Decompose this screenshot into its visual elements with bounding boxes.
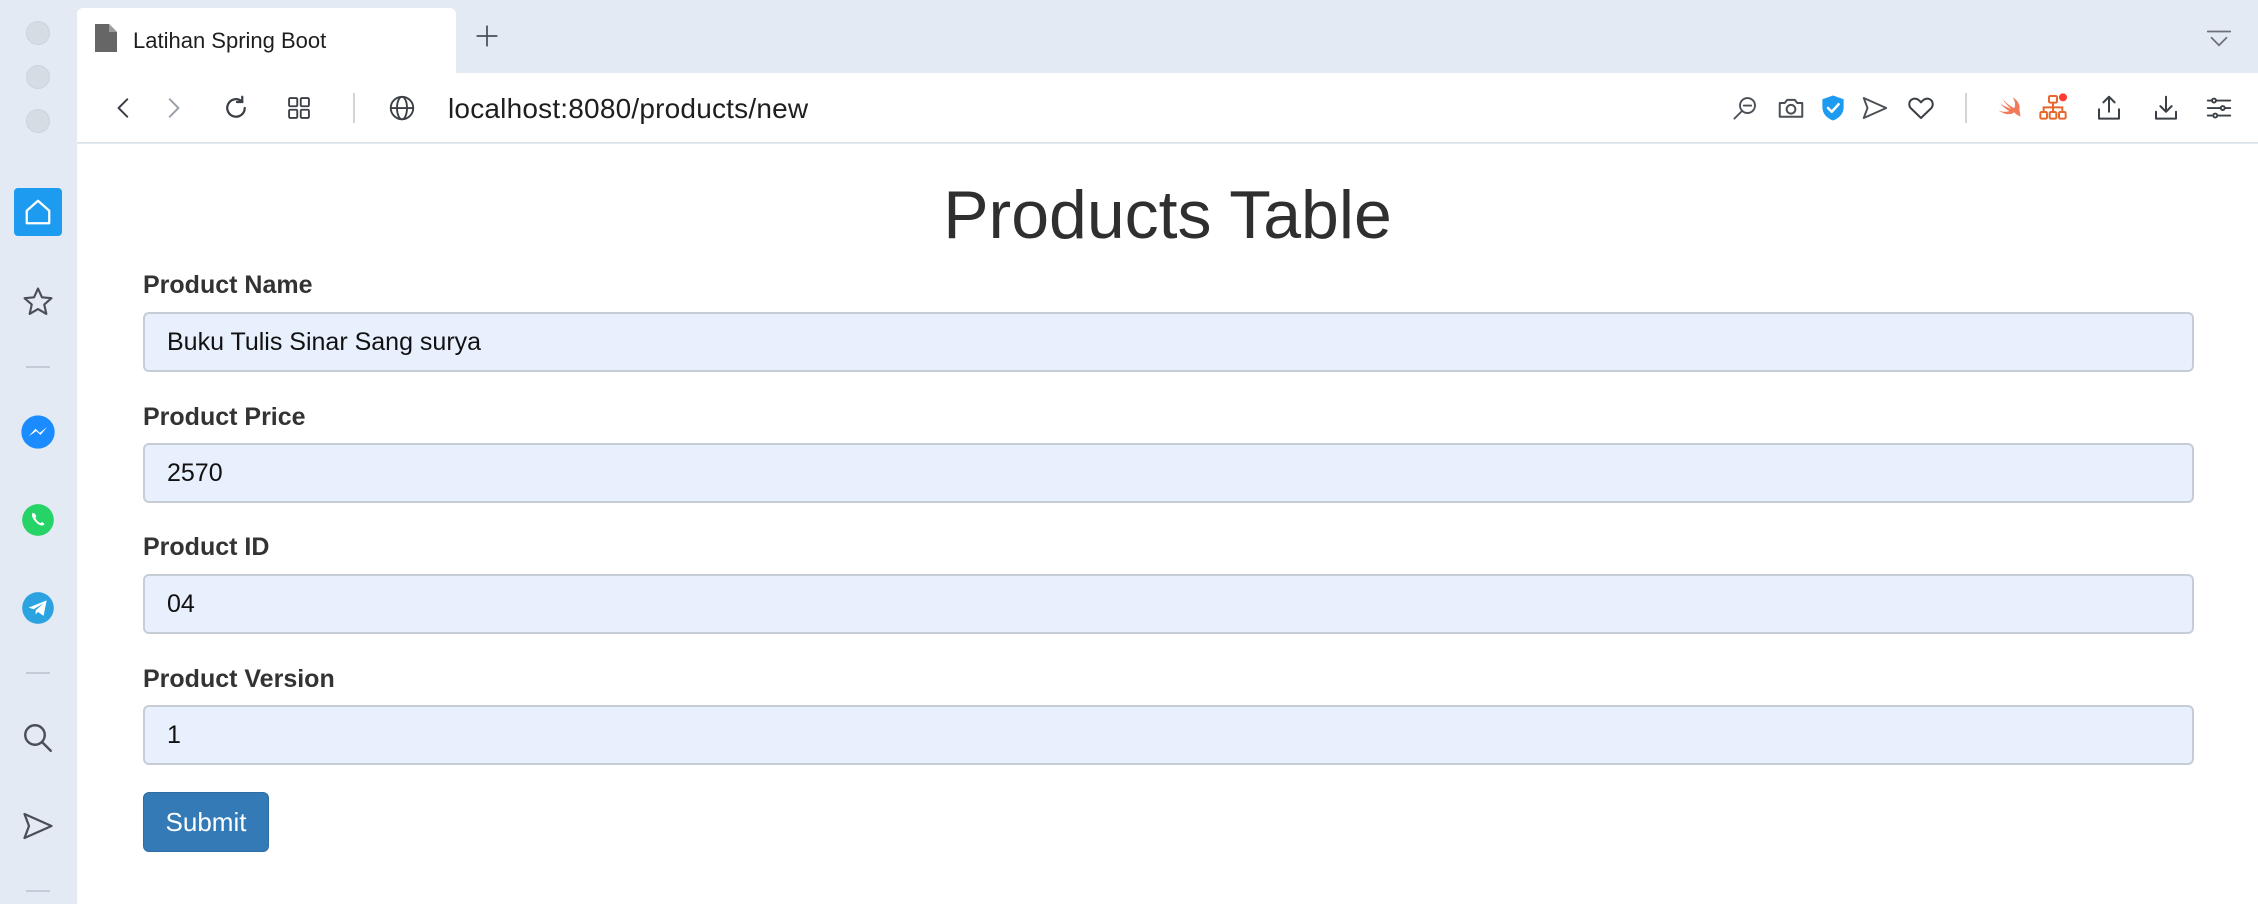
- back-icon[interactable]: [106, 90, 142, 126]
- product-id-label: Product ID: [143, 533, 270, 561]
- swift-icon[interactable]: [1992, 90, 2028, 126]
- document-icon: [95, 24, 117, 57]
- new-tab-button[interactable]: [469, 18, 505, 54]
- whatsapp-icon[interactable]: [14, 496, 62, 544]
- send-icon[interactable]: [14, 802, 62, 850]
- toolbar-divider: [1965, 93, 1967, 123]
- toolbar-divider: [353, 93, 355, 123]
- send-icon[interactable]: [1857, 90, 1893, 126]
- address-bar-url[interactable]: localhost:8080/products/new: [448, 93, 808, 125]
- star-icon[interactable]: [14, 278, 62, 326]
- home-icon[interactable]: [14, 188, 62, 236]
- tab-title: Latihan Spring Boot: [133, 27, 327, 53]
- product-version-label: Product Version: [143, 665, 335, 693]
- sidebar: [0, 0, 77, 904]
- zoom-out-icon[interactable]: [1727, 90, 1763, 126]
- messenger-icon[interactable]: [14, 408, 62, 456]
- telegram-icon[interactable]: [14, 584, 62, 632]
- download-icon[interactable]: [2148, 90, 2184, 126]
- product-version-input[interactable]: [143, 705, 2194, 765]
- product-price-label: Product Price: [143, 403, 306, 431]
- forward-icon[interactable]: [155, 90, 191, 126]
- window-close-button[interactable]: [26, 21, 50, 45]
- heart-icon[interactable]: [1903, 90, 1939, 126]
- tab-list-menu-icon[interactable]: [2204, 24, 2240, 56]
- reload-icon[interactable]: [218, 90, 254, 126]
- product-name-label: Product Name: [143, 271, 313, 299]
- camera-icon[interactable]: [1773, 90, 1809, 126]
- tab-active[interactable]: Latihan Spring Boot: [77, 8, 456, 73]
- product-id-input[interactable]: [143, 574, 2194, 634]
- product-name-input[interactable]: [143, 312, 2194, 372]
- page-content: Products Table Product Name Product Pric…: [77, 144, 2258, 904]
- submit-button[interactable]: Submit: [143, 792, 269, 852]
- page-title: Products Table: [943, 177, 1392, 253]
- tab-strip: Latihan Spring Boot: [77, 0, 2258, 73]
- sitemap-icon[interactable]: [2035, 90, 2071, 126]
- share-icon[interactable]: [2091, 90, 2127, 126]
- sidebar-divider: [26, 672, 50, 674]
- tab-grid-icon[interactable]: [281, 90, 317, 126]
- window-minimize-button[interactable]: [26, 65, 50, 89]
- sidebar-divider: [26, 890, 50, 892]
- shield-icon[interactable]: [1815, 90, 1851, 126]
- menu-icon[interactable]: [2201, 90, 2237, 126]
- globe-icon[interactable]: [384, 90, 420, 126]
- address-toolbar: localhost:8080/products/new: [77, 73, 2258, 143]
- window-maximize-button[interactable]: [26, 109, 50, 133]
- product-price-input[interactable]: [143, 443, 2194, 503]
- search-icon[interactable]: [14, 714, 62, 762]
- sidebar-divider: [26, 366, 50, 368]
